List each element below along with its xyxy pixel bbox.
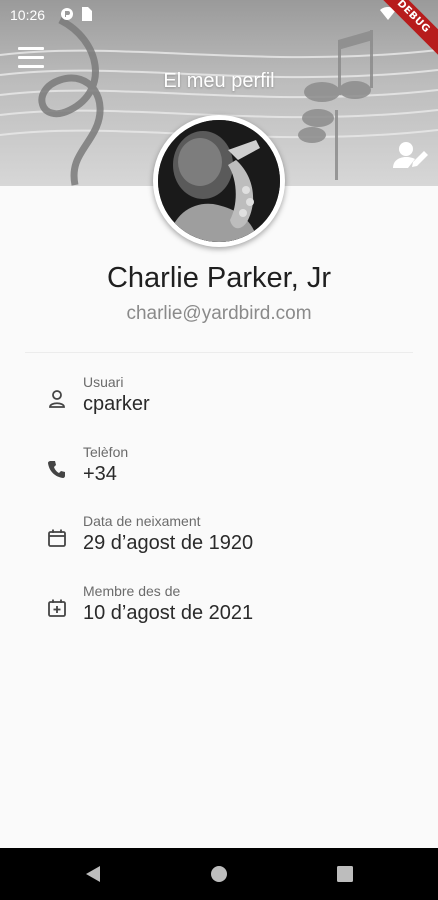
field-value: 29 d’agost de 1920 <box>83 532 254 554</box>
edit-profile-icon[interactable] <box>392 140 430 170</box>
back-icon[interactable] <box>84 864 102 884</box>
profile-email: charlie@yardbird.com <box>126 303 312 324</box>
field-label: Data de neixament <box>83 513 201 529</box>
phone-icon <box>48 461 65 478</box>
recents-icon[interactable] <box>336 864 354 884</box>
field-label: Membre des de <box>83 583 181 599</box>
system-nav-bar <box>0 848 438 900</box>
field-value: +34 <box>83 463 117 485</box>
avatar-photo <box>158 120 280 242</box>
field-phone: Telèfon +34 <box>0 444 438 504</box>
field-value: 10 d’agost de 2021 <box>83 602 254 624</box>
status-bar: 10:26 <box>0 0 438 30</box>
home-icon[interactable] <box>210 864 228 884</box>
field-username: Usuari cparker <box>0 374 438 434</box>
person-icon <box>49 390 65 408</box>
divider <box>25 352 413 353</box>
profile-name: Charlie Parker, Jr <box>106 262 331 294</box>
field-member-since: Membre des de 10 d’agost de 2021 <box>0 583 438 643</box>
vpn-icon <box>61 8 73 20</box>
avatar <box>153 115 285 247</box>
page-title: El meu perfil <box>163 70 275 92</box>
calendar-add-icon <box>48 599 66 617</box>
menu-icon[interactable] <box>18 47 44 71</box>
field-value: cparker <box>83 393 150 415</box>
field-label: Telèfon <box>83 444 129 460</box>
field-label: Usuari <box>83 374 124 390</box>
status-time: 10:26 <box>10 7 46 23</box>
calendar-icon <box>48 529 66 547</box>
field-birthdate: Data de neixament 29 d’agost de 1920 <box>0 513 438 573</box>
sim-card-icon <box>82 7 92 21</box>
